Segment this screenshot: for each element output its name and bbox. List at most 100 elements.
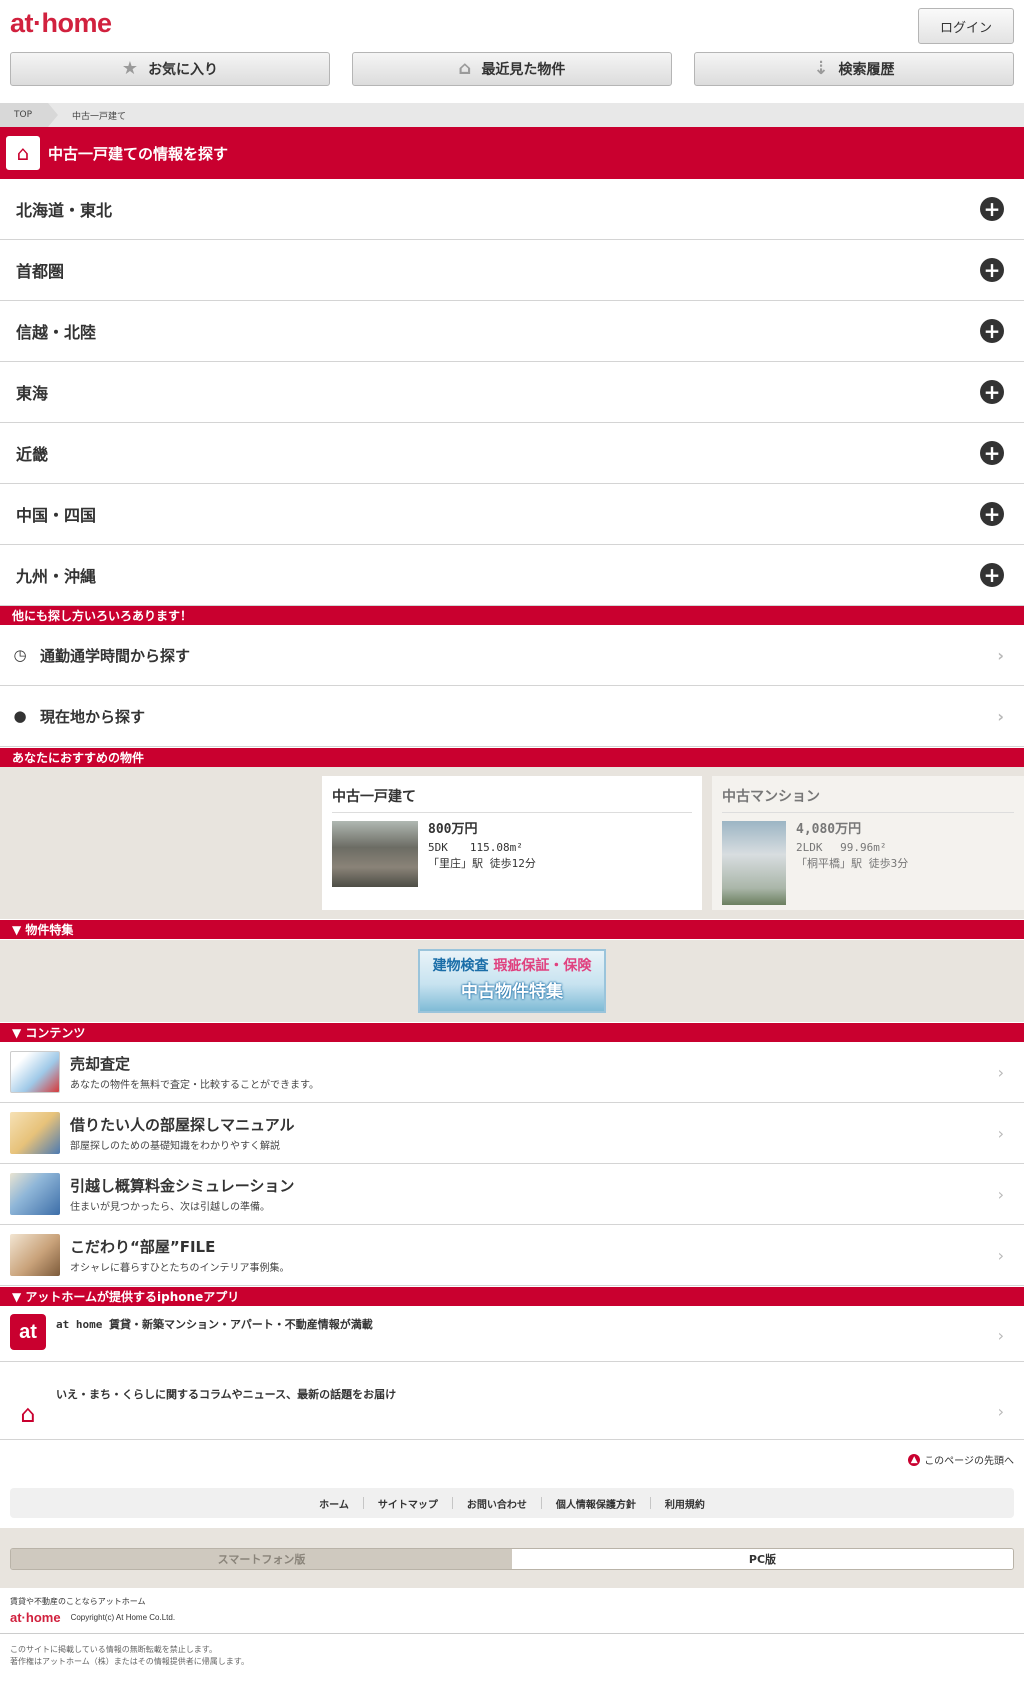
property-price: 800万円 [428, 822, 478, 837]
footer-link-terms[interactable]: 利用規約 [665, 1496, 705, 1511]
recently-viewed-button[interactable]: ⌂ 最近見た物件 [352, 52, 672, 86]
expand-plus-icon[interactable]: + [980, 502, 1004, 526]
recommend-card[interactable]: 中古マンション 4,080万円 2LDK 99.96m² 「桐平橋」駅 徒歩3分 [712, 776, 1024, 910]
expand-plus-icon[interactable]: + [980, 441, 1004, 465]
chevron-right-icon: › [997, 1062, 1004, 1082]
region-item-shinetsu-hokuriku[interactable]: 信越・北陸 + [0, 301, 1024, 362]
contents-header: ▼ コンテンツ [0, 1023, 1024, 1042]
footer-links: ホーム サイトマップ お問い合わせ 個人情報保護方針 利用規約 [10, 1488, 1014, 1518]
property-type: 中古一戸建て [332, 786, 692, 813]
feature-banner-area: 建物検査 瑕疵保証・保険 中古物件特集 [0, 940, 1024, 1022]
content-title: こだわり“部屋”FILE [70, 1238, 216, 1256]
footer-link-home[interactable]: ホーム [319, 1496, 349, 1511]
region-label: 首都圏 [16, 262, 65, 281]
footer-link-contact[interactable]: お問い合わせ [467, 1496, 527, 1511]
footer-brand: at·home Copyright(c) At Home Co.Ltd. [10, 1610, 175, 1625]
content-thumbnail [10, 1173, 60, 1215]
banner-text-warranty: 瑕疵保証・保険 [493, 958, 592, 974]
chevron-right-icon: › [997, 1245, 1004, 1265]
header: at·home ログイン [0, 0, 1024, 48]
content-thumbnail [10, 1234, 60, 1276]
login-button[interactable]: ログイン [918, 8, 1014, 44]
property-spec: 2LDK 99.96m² [796, 840, 887, 854]
banner-text-inspection: 建物検査 [432, 958, 489, 974]
content-item-moving-simulation[interactable]: 引越し概算料金シミュレーション住まいが見つかったら、次は引越しの準備。 › [0, 1164, 1024, 1225]
region-item-kinki[interactable]: 近畿 + [0, 423, 1024, 484]
region-item-shutoken[interactable]: 首都圏 + [0, 240, 1024, 301]
recommend-card[interactable]: 中古一戸建て 800万円 5DK 115.08m² 「里庄」駅 徒歩12分 [322, 776, 702, 910]
pc-version-tab[interactable]: PC版 [512, 1549, 1013, 1569]
divider [540, 1497, 542, 1509]
footer-link-sitemap[interactable]: サイトマップ [378, 1496, 438, 1511]
app-description: at home 賃貸・新築マンション・アパート・不動産情報が満載 [56, 1318, 373, 1331]
favorites-label: お気に入り [148, 62, 219, 78]
content-desc: 部屋探しのための基礎知識をわかりやすく解説 [70, 1141, 280, 1152]
location-pin-icon: ● [13, 707, 27, 725]
region-item-hokkaido-tohoku[interactable]: 北海道・東北 + [0, 179, 1024, 240]
content-thumbnail [10, 1112, 60, 1154]
content-title: 借りたい人の部屋探しマニュアル [70, 1116, 295, 1134]
banner-text-feature: 中古物件特集 [461, 982, 563, 1002]
region-label: 東海 [16, 384, 49, 403]
version-switch-area: スマートフォン版 PC版 [0, 1528, 1024, 1588]
breadcrumb-top-link[interactable]: TOP [0, 103, 59, 127]
page: at·home ログイン ★ お気に入り ⌂ 最近見た物件 ⇣ 検索履歴 TOP… [0, 0, 1024, 1700]
app-item-athome[interactable]: at at home 賃貸・新築マンション・アパート・不動産情報が満載 › [0, 1306, 1024, 1362]
contents-list: 売却査定 あなたの物件を無料で査定・比較することができます。 › 借りたい人の部屋… [0, 1042, 1024, 1286]
version-switch: スマートフォン版 PC版 [10, 1548, 1014, 1570]
page-title-bar: ⌂ 中古一戸建ての情報を探す [0, 127, 1024, 179]
region-item-chugoku-shikoku[interactable]: 中国・四国 + [0, 484, 1024, 545]
content-desc: 住まいが見つかったら、次は引越しの準備。 [70, 1202, 270, 1213]
property-access: 「里庄」駅 徒歩12分 [428, 856, 536, 870]
page-top-label: このページの先頭へ [924, 1456, 1014, 1467]
content-item-room-manual[interactable]: 借りたい人の部屋探しマニュアル部屋探しのための基礎知識をわかりやすく解説 › [0, 1103, 1024, 1164]
divider [451, 1497, 453, 1509]
apps-header: ▼ アットホームが提供するiphoneアプリ [0, 1287, 1024, 1306]
footer-notes: このサイトに掲載している情報の無断転載を禁止します。 著作権はアットホーム（株）… [10, 1644, 249, 1668]
search-history-button[interactable]: ⇣ 検索履歴 [694, 52, 1014, 86]
divider [362, 1497, 364, 1509]
expand-plus-icon[interactable]: + [980, 197, 1004, 221]
search-by-location-item[interactable]: ● 現在地から探す › [0, 686, 1024, 747]
expand-plus-icon[interactable]: + [980, 380, 1004, 404]
feature-banner[interactable]: 建物検査 瑕疵保証・保険 中古物件特集 [418, 949, 606, 1013]
house-icon: ⌂ [458, 58, 472, 79]
chevron-right-icon: › [997, 1184, 1004, 1204]
divider [649, 1497, 651, 1509]
content-desc: オシャレに暮らすひとたちのインテリア事例集。 [70, 1263, 290, 1274]
property-photo [332, 821, 418, 887]
clock-icon: ◷ [13, 646, 27, 664]
favorites-button[interactable]: ★ お気に入り [10, 52, 330, 86]
region-item-tokai[interactable]: 東海 + [0, 362, 1024, 423]
athome-app-icon: at [10, 1314, 46, 1350]
breadcrumb: TOP 中古一戸建て [0, 103, 1024, 127]
expand-plus-icon[interactable]: + [980, 319, 1004, 343]
apps-list: at at home 賃貸・新築マンション・アパート・不動産情報が満載 › ⌂ … [0, 1306, 1024, 1440]
content-item-room-file[interactable]: こだわり“部屋”FILE オシャレに暮らすひとたちのインテリア事例集。 › [0, 1225, 1024, 1286]
expand-plus-icon[interactable]: + [980, 563, 1004, 587]
expand-plus-icon[interactable]: + [980, 258, 1004, 282]
content-thumbnail [10, 1051, 60, 1093]
chevron-right-icon: › [997, 706, 1004, 726]
smartphone-version-tab[interactable]: スマートフォン版 [11, 1549, 512, 1569]
footer-link-privacy[interactable]: 個人情報保護方針 [556, 1496, 636, 1511]
property-photo [722, 821, 786, 905]
footer-logo: at·home [10, 1610, 61, 1625]
footer-tagline: 賃貸や不動産のことならアットホーム [10, 1597, 146, 1606]
region-item-kyushu-okinawa[interactable]: 九州・沖縄 + [0, 545, 1024, 606]
content-title: 引越し概算料金シミュレーション [70, 1177, 295, 1195]
content-item-sale-assessment[interactable]: 売却査定 あなたの物件を無料で査定・比較することができます。 › [0, 1042, 1024, 1103]
property-type: 中古マンション [722, 786, 1014, 813]
search-by-commute-label: 通勤通学時間から探す [40, 646, 191, 665]
page-title: 中古一戸建ての情報を探す [48, 144, 229, 163]
other-search-header: 他にも探し方いろいろあります！ [0, 606, 1024, 625]
search-by-location-label: 現在地から探す [40, 707, 146, 726]
search-by-commute-item[interactable]: ◷ 通勤通学時間から探す › [0, 625, 1024, 686]
chevron-right-icon: › [997, 1123, 1004, 1143]
page-top-link[interactable]: ▲ このページの先頭へ [908, 1452, 1014, 1467]
other-search-list: ◷ 通勤通学時間から探す › ● 現在地から探す › [0, 625, 1024, 747]
recommend-carousel: 中古一戸建て 800万円 5DK 115.08m² 「里庄」駅 徒歩12分 中古… [0, 767, 1024, 919]
divider [0, 1633, 1024, 1634]
app-item-column[interactable]: ⌂ いえ・まち・くらしに関するコラムやニュース、最新の話題をお届け › [0, 1362, 1024, 1440]
athome-logo[interactable]: at·home [10, 8, 112, 39]
